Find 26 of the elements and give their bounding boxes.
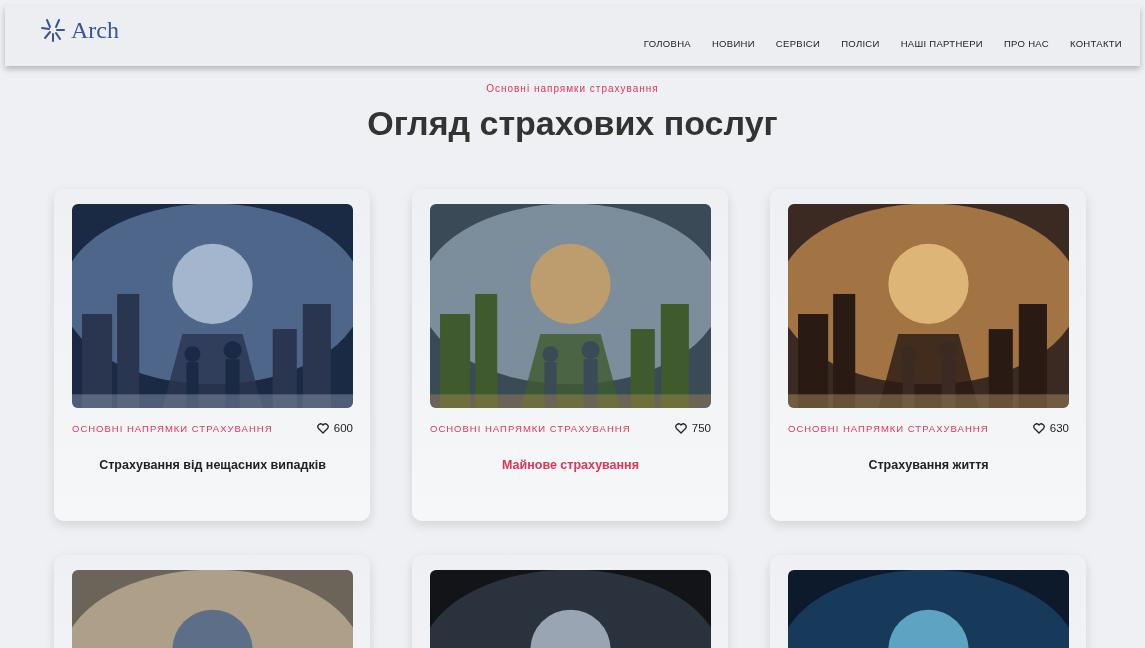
star-logo-icon [39,16,67,44]
heart-icon[interactable] [674,422,687,434]
nav-link[interactable]: ПОЛІСИ [841,38,880,49]
card-title[interactable]: Майнове страхування [430,458,711,472]
card-category: ОСНОВНІ НАПРЯМКИ СТРАХУВАННЯ [430,422,631,434]
logo-text[interactable]: Arch [71,16,119,44]
service-card[interactable]: ОСНОВНІ НАПРЯМКИ СТРАХУВАННЯ 750 Майнове страхування [412,189,728,521]
nav-link[interactable]: КОНТАКТИ [1069,38,1122,49]
nav-link[interactable]: НОВИНИ [711,38,755,49]
heart-icon[interactable] [316,422,329,434]
section-eyebrow: Основні напрямки страхування [486,83,659,94]
card-category: ОСНОВНІ НАПРЯМКИ СТРАХУВАННЯ [72,422,273,434]
like-count: 630 [1049,422,1069,434]
service-card[interactable]: ОСНОВНІ НАПРЯМКИ СТРАХУВАННЯ 600 Страхування від нещасних випадків [54,189,370,521]
card-title[interactable]: Страхування від нещасних випадків [72,458,353,472]
heart-icon[interactable] [1032,422,1045,434]
nav-link[interactable]: ПРО НАС [1004,38,1049,49]
card-category: ОСНОВНІ НАПРЯМКИ СТРАХУВАННЯ [788,422,989,434]
nav-link[interactable]: НАШІ ПАРТНЕРИ [900,38,983,49]
like-count: 750 [691,422,711,434]
card-title[interactable]: Страхування життя [788,458,1069,472]
nav-link[interactable]: ГОЛОВНА [643,38,691,49]
section-title: Огляд страхових послуг [367,104,778,143]
like-count: 600 [333,422,353,434]
nav-link[interactable]: СЕРВІСИ [775,38,821,49]
service-card[interactable]: ОСНОВНІ НАПРЯМКИ СТРАХУВАННЯ 630 Страхування життя [770,189,1086,521]
